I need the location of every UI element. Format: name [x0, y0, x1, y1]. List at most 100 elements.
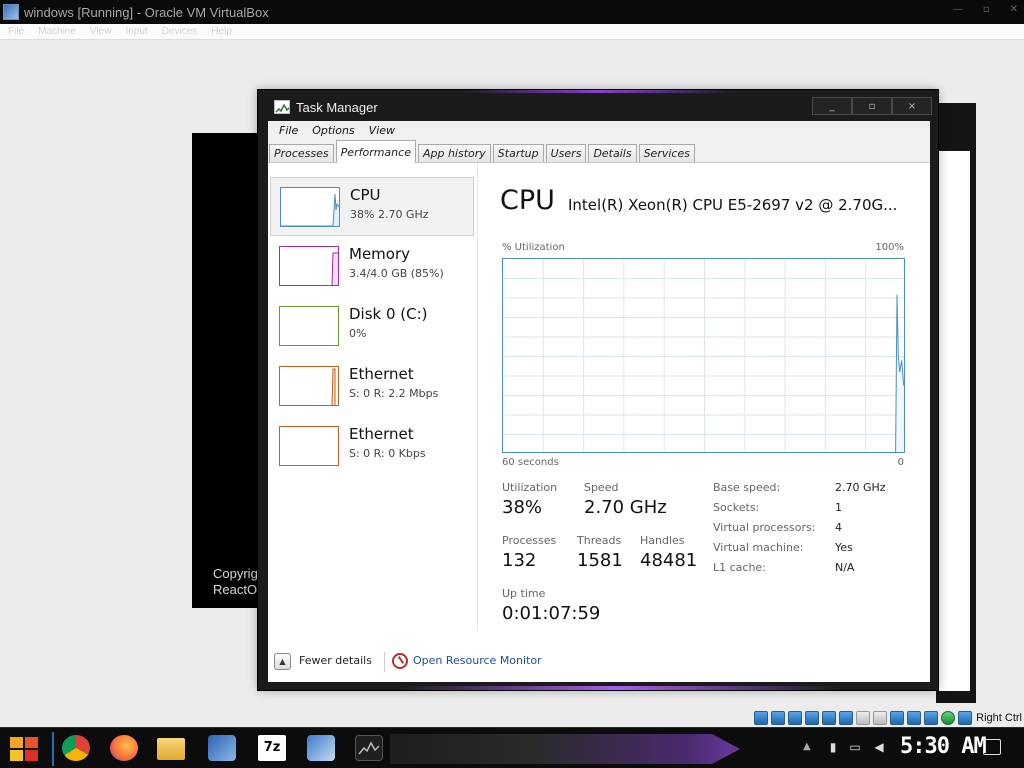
vbox-titlebar: windows [Running] - Oracle VM VirtualBox… — [0, 0, 1024, 24]
tab-performance[interactable]: Performance — [335, 140, 416, 163]
tab-startup[interactable]: Startup — [492, 144, 544, 162]
task-manager-footer: ▲ Fewer details Open Resource Monitor — [268, 644, 930, 682]
usb-icon[interactable] — [822, 710, 837, 725]
window-accent — [398, 686, 838, 690]
vbox-menu-view[interactable]: View — [90, 26, 112, 37]
cpu-detail: CPU Intel(R) Xeon(R) CPU E5-2697 v2 @ 2.… — [500, 163, 920, 631]
fewer-details-link[interactable]: Fewer details — [299, 654, 372, 667]
volume-icon[interactable]: ◀ — [872, 740, 886, 754]
collapse-icon[interactable]: ▲ — [274, 653, 291, 670]
show-hidden-icons-chevron-icon[interactable]: ▲ — [803, 741, 811, 752]
hard-disk-icon[interactable] — [754, 710, 769, 725]
footer-divider — [384, 652, 385, 672]
detail-title: CPU — [500, 185, 555, 216]
taskbar-running-area — [390, 734, 740, 764]
handles-label: Handles — [640, 534, 685, 547]
network-icon[interactable] — [805, 710, 820, 725]
minimize-button[interactable]: — — [953, 4, 963, 15]
threads-label: Threads — [577, 534, 622, 547]
vbox-menu-devices[interactable]: Devices — [162, 26, 198, 37]
audio-icon[interactable] — [788, 710, 803, 725]
utilization-value: 38% — [502, 497, 543, 518]
menu-file[interactable]: File — [274, 124, 303, 137]
tab-details[interactable]: Details — [588, 144, 637, 162]
vbox-menu-machine[interactable]: Machine — [38, 26, 76, 37]
chrome-icon[interactable] — [62, 735, 90, 761]
menu-view[interactable]: View — [364, 124, 400, 137]
tm-maximize-button[interactable]: ▫ — [852, 97, 892, 115]
tab-processes[interactable]: Processes — [269, 144, 334, 162]
ethernet-mini-graph — [279, 426, 339, 466]
uptime-label: Up time — [502, 587, 546, 600]
memory-mini-graph — [279, 246, 339, 286]
background-window-content — [938, 151, 970, 691]
cpu-graph-svg — [503, 259, 904, 452]
resource-value: 0% — [349, 327, 367, 340]
tab-app-history[interactable]: App history — [417, 144, 491, 162]
firefox-icon[interactable] — [110, 735, 138, 761]
action-center-icon[interactable] — [983, 739, 1001, 755]
vbox-window-controls: — ▫ ✕ — [953, 4, 1018, 15]
network-tray-icon[interactable]: ▭ — [848, 740, 862, 754]
processes-label: Processes — [502, 534, 557, 547]
keyboard-capture-icon[interactable] — [958, 710, 973, 725]
taskbar-clock[interactable]: 5:30 AM — [900, 734, 987, 759]
7zip-icon[interactable]: 7z — [258, 735, 286, 761]
battery-icon[interactable]: ▮ — [826, 740, 840, 754]
virtualbox-taskbar-icon[interactable] — [208, 735, 236, 761]
tm-minimize-button[interactable]: _ — [812, 97, 852, 115]
shared-folders-icon[interactable] — [839, 710, 854, 725]
resource-ethernet-2[interactable]: Ethernet S: 0 R: 0 Kbps — [270, 417, 474, 476]
l1-cache-value: N/A — [835, 561, 855, 574]
recording-icon[interactable] — [873, 710, 888, 725]
vm-window-icon[interactable] — [890, 710, 905, 725]
disk-mini-graph — [279, 306, 339, 346]
resource-name: Ethernet — [349, 365, 414, 383]
task-manager-taskbar-icon[interactable] — [355, 735, 383, 761]
task-manager-menubar: File Options View — [268, 121, 930, 139]
vbox-window-title: windows [Running] - Oracle VM VirtualBox — [24, 4, 269, 20]
resource-list: CPU 38% 2.70 GHz Memory 3.4/4.0 GB (85%)… — [268, 163, 478, 631]
cpu-indicator-icon[interactable] — [924, 710, 939, 725]
app-icon[interactable] — [307, 735, 335, 761]
vbox-menu-help[interactable]: Help — [211, 26, 232, 37]
handles-value: 48481 — [640, 550, 698, 571]
host-key-label: Right Ctrl — [976, 711, 1022, 724]
mouse-integration-icon[interactable] — [941, 710, 956, 725]
background-window[interactable] — [936, 103, 976, 703]
resource-disk[interactable]: Disk 0 (C:) 0% — [270, 297, 474, 356]
close-button[interactable]: ✕ — [1010, 4, 1018, 15]
performance-panel: CPU 38% 2.70 GHz Memory 3.4/4.0 GB (85%)… — [268, 163, 930, 682]
resource-monitor-icon[interactable] — [392, 653, 408, 669]
base-speed-label: Base speed: — [713, 481, 781, 494]
tab-users[interactable]: Users — [545, 144, 587, 162]
file-explorer-icon[interactable] — [157, 738, 185, 760]
virtualization-icon[interactable] — [907, 710, 922, 725]
speed-label: Speed — [584, 481, 619, 494]
tab-services[interactable]: Services — [638, 144, 695, 162]
l1-cache-label: L1 cache: — [713, 561, 766, 574]
resource-ethernet-1[interactable]: Ethernet S: 0 R: 2.2 Mbps — [270, 357, 474, 416]
resource-cpu[interactable]: CPU 38% 2.70 GHz — [270, 177, 474, 236]
ethernet-mini-graph — [279, 366, 339, 406]
graph-time-end: 0 — [897, 457, 904, 468]
display-icon[interactable] — [856, 710, 871, 725]
graph-time-label: 60 seconds — [502, 457, 559, 468]
tm-close-button[interactable]: × — [892, 97, 932, 115]
cpu-model: Intel(R) Xeon(R) CPU E5-2697 v2 @ 2.70G.… — [568, 196, 898, 214]
start-button[interactable] — [8, 735, 40, 763]
virtualbox-icon — [3, 4, 19, 20]
task-manager-titlebar[interactable]: Task Manager _ ▫ × — [258, 93, 938, 121]
task-manager-taskbar-glyph — [358, 741, 380, 755]
vbox-menu-input[interactable]: Input — [125, 26, 147, 37]
optical-drive-icon[interactable] — [771, 710, 786, 725]
open-resource-monitor-link[interactable]: Open Resource Monitor — [413, 654, 542, 667]
utilization-axis-label: % Utilization — [502, 242, 565, 253]
utilization-label: Utilization — [502, 481, 558, 494]
vbox-menu-file[interactable]: File — [8, 26, 24, 37]
maximize-button[interactable]: ▫ — [983, 4, 990, 15]
task-manager-title: Task Manager — [296, 99, 378, 115]
vbox-device-icons — [754, 710, 973, 725]
menu-options[interactable]: Options — [307, 124, 359, 137]
resource-memory[interactable]: Memory 3.4/4.0 GB (85%) — [270, 237, 474, 296]
